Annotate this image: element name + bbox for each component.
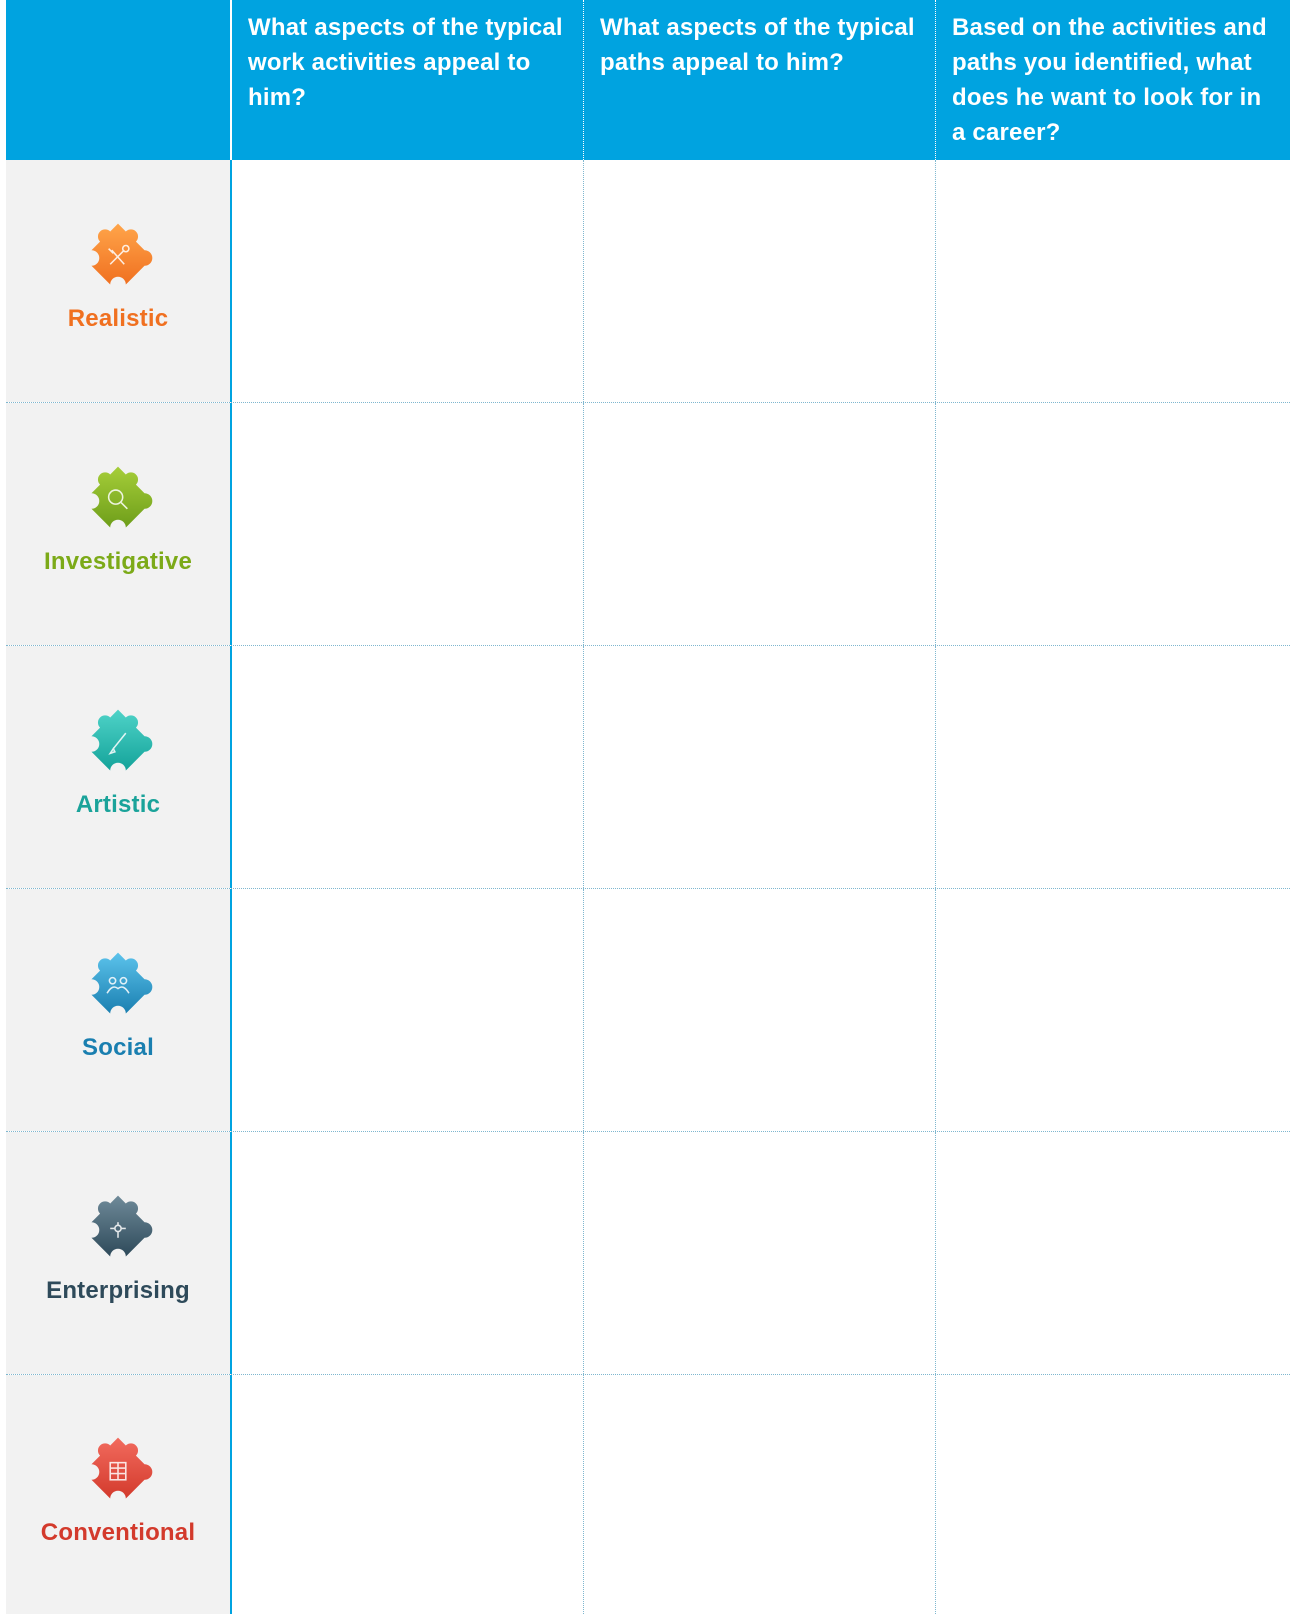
answer-cell-work-activities[interactable] (232, 403, 584, 645)
table-body: Realistic Investigative Artistic Social … (6, 160, 1290, 1614)
answer-cell-career-wants[interactable] (936, 160, 1290, 402)
row-label-enterprising: Enterprising (46, 1277, 190, 1304)
header-typical-paths: What aspects of the typical paths appeal… (584, 0, 936, 160)
grid-puzzle-icon (79, 1433, 157, 1511)
row-label-cell: Realistic (6, 160, 232, 402)
row-label-cell: Investigative (6, 403, 232, 645)
answer-cell-career-wants[interactable] (936, 646, 1290, 888)
row-label-artistic: Artistic (75, 791, 161, 818)
answer-cell-work-activities[interactable] (232, 1375, 584, 1614)
row-label-conventional: Conventional (40, 1518, 196, 1546)
answer-cell-typical-paths[interactable] (584, 646, 936, 888)
header-career-wants: Based on the activities and paths you id… (952, 14, 1267, 146)
row-label-cell: Social (6, 889, 232, 1131)
header-corner-cell (6, 0, 232, 160)
tools-puzzle-icon (79, 219, 157, 297)
answer-cell-typical-paths[interactable] (584, 160, 936, 402)
header-work-activities: What aspects of the typical work activit… (232, 0, 584, 160)
answer-cell-typical-paths[interactable] (584, 889, 936, 1131)
header-row: What aspects of the typical work activit… (6, 0, 1290, 160)
answer-cell-career-wants[interactable] (936, 1132, 1290, 1374)
answer-cell-career-wants[interactable] (936, 1375, 1290, 1614)
row-label-cell: Conventional (6, 1375, 232, 1614)
row-label-investigative: Investigative (44, 548, 192, 575)
answer-cell-typical-paths[interactable] (584, 1375, 936, 1614)
people-puzzle-icon (79, 948, 157, 1026)
answer-cell-career-wants[interactable] (936, 889, 1290, 1131)
answer-cell-career-wants[interactable] (936, 403, 1290, 645)
answer-cell-work-activities[interactable] (232, 889, 584, 1131)
answer-cell-work-activities[interactable] (232, 646, 584, 888)
row-label-realistic: Realistic (67, 305, 169, 332)
network-puzzle-icon (79, 1191, 157, 1269)
answer-cell-work-activities[interactable] (232, 160, 584, 402)
table-row-artistic: Artistic (6, 646, 1290, 889)
table-row-social: Social (6, 889, 1290, 1132)
career-worksheet-table: What aspects of the typical work activit… (6, 0, 1290, 1614)
answer-cell-work-activities[interactable] (232, 1132, 584, 1374)
magnifier-puzzle-icon (79, 462, 157, 540)
answer-cell-typical-paths[interactable] (584, 403, 936, 645)
table-row-enterprising: Enterprising (6, 1132, 1290, 1375)
row-label-cell: Enterprising (6, 1132, 232, 1374)
row-label-cell: Artistic (6, 646, 232, 888)
row-label-social: Social (82, 1034, 154, 1061)
table-row-conventional: Conventional (6, 1375, 1290, 1614)
paintbrush-puzzle-icon (79, 705, 157, 783)
table-row-investigative: Investigative (6, 403, 1290, 646)
table-row-realistic: Realistic (6, 160, 1290, 403)
answer-cell-typical-paths[interactable] (584, 1132, 936, 1374)
